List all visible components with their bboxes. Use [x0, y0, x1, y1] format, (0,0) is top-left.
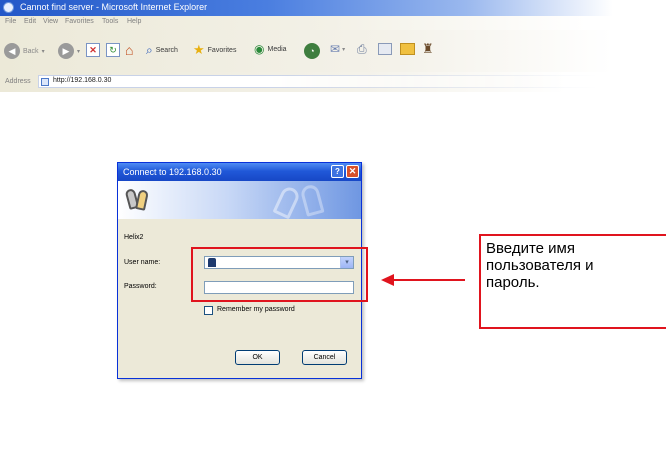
- address-input[interactable]: http://192.168.0.30: [38, 75, 598, 88]
- search-icon: ⌕: [146, 43, 153, 57]
- mail-icon: ✉: [330, 42, 341, 56]
- help-button[interactable]: ?: [331, 165, 344, 178]
- folder-icon: [400, 43, 415, 55]
- folder-button[interactable]: [400, 43, 415, 55]
- realm-label: Helix2: [124, 234, 144, 241]
- ie-logo-icon: [3, 2, 14, 13]
- print-button[interactable]: ⎙: [357, 42, 367, 57]
- remember-password-checkbox[interactable]: [204, 306, 213, 315]
- stop-button[interactable]: ✕: [86, 43, 100, 57]
- mail-button[interactable]: ✉ ▾: [330, 42, 345, 56]
- history-icon: ◔: [304, 43, 320, 59]
- password-label: Password:: [124, 283, 157, 290]
- back-button[interactable]: ◀ Back ▾: [4, 43, 45, 59]
- favorites-button[interactable]: ★ Favorites: [193, 42, 236, 58]
- annotation-arrow: [393, 279, 465, 281]
- key-icon: [135, 189, 149, 211]
- menu-view[interactable]: View: [43, 18, 58, 25]
- browser-toolbar: ◀ Back ▾ ▶ ▾ ✕ ↻ ⌂ ⌕ Search ★ Favorites …: [0, 30, 666, 72]
- forward-arrow-icon: ▶: [58, 43, 74, 59]
- menu-tools[interactable]: Tools: [102, 18, 118, 25]
- address-label: Address: [5, 78, 31, 85]
- callout-box: Введите имя пользователя и пароль.: [479, 234, 666, 329]
- home-button[interactable]: ⌂: [125, 42, 133, 58]
- edit-icon: [378, 43, 392, 55]
- address-bar: Address http://192.168.0.30: [0, 72, 666, 92]
- menu-help[interactable]: Help: [127, 18, 141, 25]
- favorites-star-icon: ★: [193, 42, 205, 57]
- messenger-icon: ♜: [422, 41, 434, 56]
- back-arrow-icon: ◀: [4, 43, 20, 59]
- username-label: User name:: [124, 259, 161, 266]
- stop-icon: ✕: [86, 43, 100, 57]
- close-button[interactable]: ✕: [346, 165, 359, 178]
- remember-password-label[interactable]: Remember my password: [217, 306, 295, 313]
- messenger-button[interactable]: ♜: [422, 41, 434, 57]
- refresh-icon: ↻: [106, 43, 120, 57]
- browser-titlebar: Cannot find server - Microsoft Internet …: [0, 0, 666, 16]
- home-icon: ⌂: [125, 42, 134, 58]
- dialog-title: Connect to 192.168.0.30: [123, 167, 222, 177]
- menu-edit[interactable]: Edit: [24, 18, 36, 25]
- cancel-button[interactable]: Cancel: [302, 350, 347, 365]
- print-icon: ⎙: [357, 42, 367, 56]
- browser-window: Cannot find server - Microsoft Internet …: [0, 0, 666, 92]
- page-icon: [41, 78, 49, 86]
- menu-bar: File Edit View Favorites Tools Help: [0, 16, 666, 30]
- refresh-button[interactable]: ↻: [106, 43, 120, 57]
- search-button[interactable]: ⌕ Search: [146, 43, 178, 58]
- media-button[interactable]: ◉ Media: [254, 42, 287, 56]
- callout-text: Введите имя пользователя и пароль.: [486, 240, 594, 291]
- forward-button[interactable]: ▶ ▾: [58, 43, 80, 59]
- key-watermark: [299, 183, 325, 217]
- dialog-banner: [118, 181, 361, 219]
- media-icon: ◉: [254, 42, 265, 56]
- dialog-titlebar: Connect to 192.168.0.30 ? ✕: [118, 163, 361, 181]
- ok-button[interactable]: OK: [235, 350, 280, 365]
- arrow-head-icon: [381, 274, 394, 286]
- address-url: http://192.168.0.30: [53, 77, 112, 84]
- history-button[interactable]: ◔: [304, 43, 320, 59]
- key-watermark: [272, 184, 302, 219]
- edit-button[interactable]: [378, 43, 392, 55]
- menu-file[interactable]: File: [5, 18, 16, 25]
- menu-favorites[interactable]: Favorites: [65, 18, 94, 25]
- highlight-box: [191, 247, 368, 302]
- browser-title: Cannot find server - Microsoft Internet …: [20, 2, 208, 12]
